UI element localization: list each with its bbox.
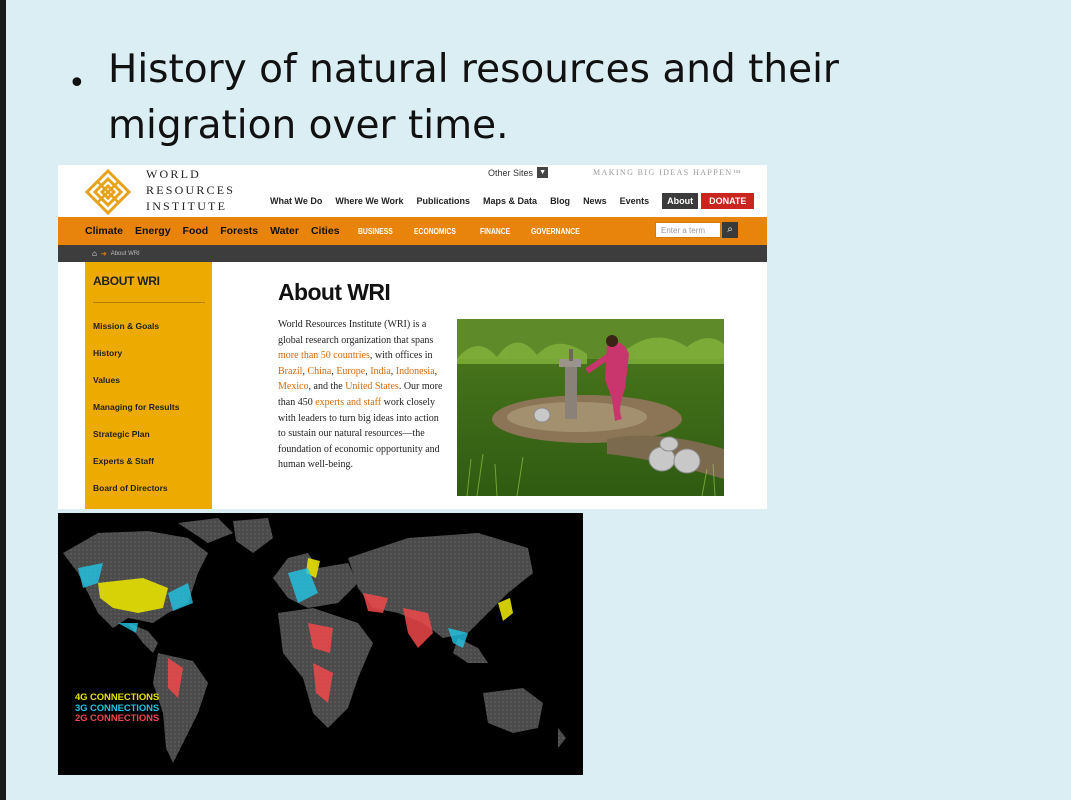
about-description: World Resources Institute (WRI) is a glo… — [278, 319, 443, 471]
section-economics[interactable]: ECONOMICS — [414, 227, 456, 236]
legend-4g: 4G CONNECTIONS — [75, 692, 160, 703]
other-sites-dropdown[interactable]: Other Sites ▼ — [488, 167, 549, 178]
wri-wordmark[interactable]: WORLD RESOURCES INSTITUTE — [146, 166, 235, 214]
sidebar-item-managing-results[interactable]: Managing for Results — [93, 402, 179, 412]
section-finance[interactable]: FINANCE — [480, 227, 510, 236]
map-legend: 4G CONNECTIONS 3G CONNECTIONS 2G CONNECT… — [75, 692, 160, 725]
top-navigation: What We Do Where We Work Publications Ma… — [270, 193, 755, 209]
topic-water[interactable]: Water — [270, 225, 299, 237]
nav-events[interactable]: Events — [620, 196, 650, 206]
chevron-down-icon: ▼ — [537, 167, 549, 178]
sidebar-item-experts-staff[interactable]: Experts & Staff — [93, 456, 154, 466]
bullet-line-1: History of natural resources and their — [108, 47, 839, 92]
world-map — [63, 518, 566, 763]
link-indonesia[interactable]: Indonesia — [396, 366, 435, 377]
slide-left-edge — [0, 0, 6, 800]
photo-water-pump — [457, 319, 724, 496]
wri-website-screenshot: WORLD RESOURCES INSTITUTE Other Sites ▼ … — [58, 165, 767, 509]
slide-bullet-text: History of natural resources and their m… — [108, 42, 908, 154]
mobile-connections-map: 4G CONNECTIONS 3G CONNECTIONS 2G CONNECT… — [58, 513, 583, 775]
topic-energy[interactable]: Energy — [135, 225, 171, 237]
link-india[interactable]: India — [370, 366, 391, 377]
sidebar-title: ABOUT WRI — [93, 274, 160, 288]
sidebar-item-strategic-plan[interactable]: Strategic Plan — [93, 429, 150, 439]
nav-publications[interactable]: Publications — [417, 196, 471, 206]
breadcrumb-current: About WRI — [110, 250, 140, 257]
nav-maps-data[interactable]: Maps & Data — [483, 196, 537, 206]
link-countries[interactable]: more than 50 countries — [278, 350, 370, 361]
legend-2g: 2G CONNECTIONS — [75, 713, 160, 724]
link-brazil[interactable]: Brazil — [278, 366, 302, 377]
nav-news[interactable]: News — [583, 196, 607, 206]
link-united-states[interactable]: United States — [345, 381, 399, 392]
topic-forests[interactable]: Forests — [220, 225, 258, 237]
topic-climate[interactable]: Climate — [85, 225, 123, 237]
sidebar-item-history[interactable]: History — [93, 348, 122, 358]
section-governance[interactable]: GOVERNANCE — [531, 227, 580, 236]
donate-button[interactable]: DONATE — [701, 193, 755, 209]
breadcrumb: ⌂ ➔ About WRI — [58, 245, 767, 262]
link-europe[interactable]: Europe — [336, 366, 365, 377]
topic-bar: Climate Energy Food Forests Water Cities… — [58, 217, 767, 245]
topic-food[interactable]: Food — [183, 225, 209, 237]
nav-where-we-work[interactable]: Where We Work — [335, 196, 403, 206]
page-title: About WRI — [278, 279, 391, 305]
sidebar-divider — [93, 302, 205, 303]
wri-logo-icon — [85, 169, 131, 215]
nav-blog[interactable]: Blog — [550, 196, 570, 206]
link-experts-staff[interactable]: experts and staff — [315, 397, 381, 408]
about-sidebar: ABOUT WRI Mission & Goals History Values… — [85, 262, 212, 509]
topic-cities[interactable]: Cities — [311, 225, 340, 237]
other-sites-label: Other Sites — [488, 167, 534, 178]
section-business[interactable]: BUSINESS — [358, 227, 393, 236]
arrow-right-icon: ➔ — [100, 250, 107, 258]
bullet-marker: • — [68, 66, 86, 101]
search-input[interactable]: Enter a term — [655, 222, 721, 238]
tagline: MAKING BIG IDEAS HAPPEN™ — [593, 168, 742, 177]
link-china[interactable]: China — [307, 366, 331, 377]
sidebar-item-board-directors[interactable]: Board of Directors — [93, 483, 168, 493]
about-button[interactable]: About — [662, 193, 699, 209]
bullet-line-2: migration over time. — [108, 103, 509, 148]
nav-what-we-do[interactable]: What We Do — [270, 196, 322, 206]
search-icon[interactable]: ⌕ — [722, 222, 738, 238]
home-icon[interactable]: ⌂ — [92, 249, 97, 258]
sidebar-item-mission-goals[interactable]: Mission & Goals — [93, 321, 159, 331]
sidebar-item-values[interactable]: Values — [93, 375, 120, 385]
link-mexico[interactable]: Mexico — [278, 381, 309, 392]
